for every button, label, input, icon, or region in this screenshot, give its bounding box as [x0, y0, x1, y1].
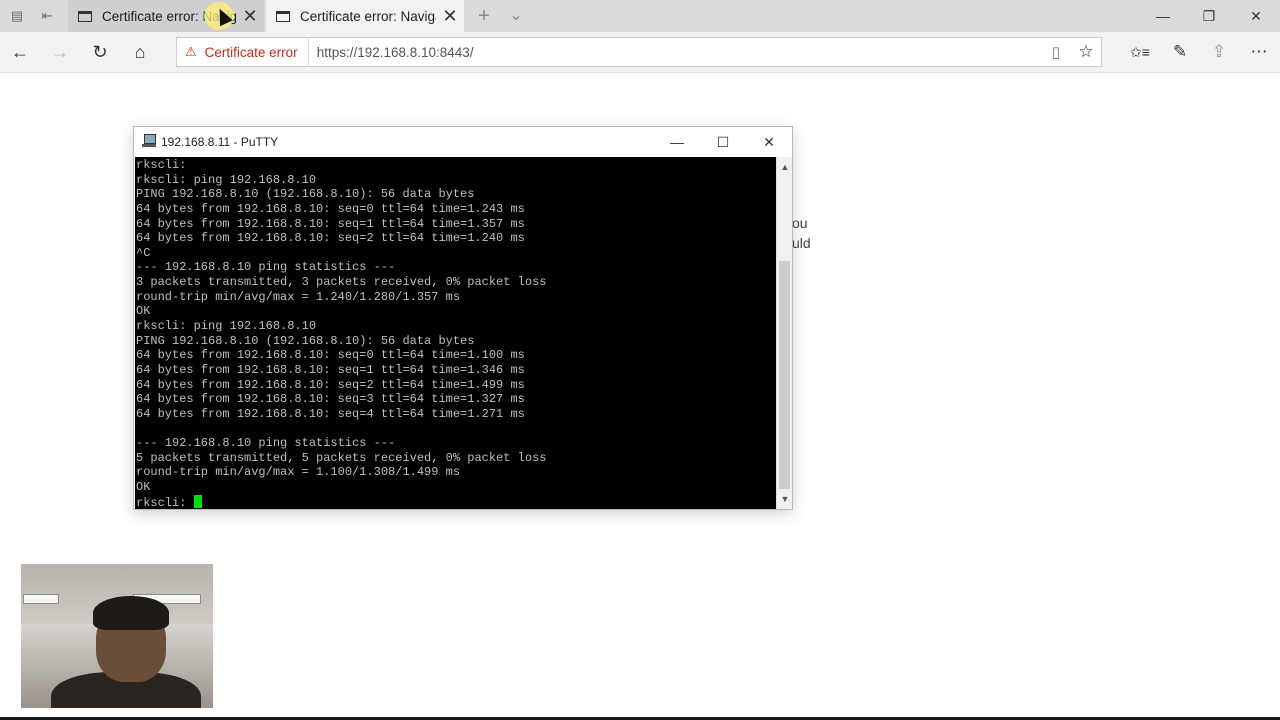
- scroll-up-icon[interactable]: ▲: [777, 159, 793, 175]
- terminal-line: 64 bytes from 192.168.8.10: seq=0 ttl=64…: [136, 348, 525, 363]
- terminal-line: PING 192.168.8.10 (192.168.8.10): 56 dat…: [136, 187, 475, 202]
- more-icon[interactable]: ⋯: [1245, 38, 1273, 66]
- page-icon: [78, 10, 92, 22]
- terminal-line: round-trip min/avg/max = 1.100/1.308/1.4…: [136, 465, 461, 480]
- terminal-line: 64 bytes from 192.168.8.10: seq=1 ttl=64…: [136, 216, 525, 231]
- terminal-line: 64 bytes from 192.168.8.10: seq=2 ttl=64…: [136, 231, 525, 246]
- terminal-line: round-trip min/avg/max = 1.240/1.280/1.3…: [136, 289, 461, 304]
- tabs-aside-icon[interactable]: ▤: [9, 8, 25, 24]
- terminal-scrollbar[interactable]: ▲ ▼: [776, 157, 792, 509]
- tab-strip: ▤ ⇤ Certificate error: Naviga ✕ Certific…: [0, 0, 1280, 32]
- terminal-line: rkscli: ping 192.168.8.10: [136, 319, 317, 334]
- certificate-error-label: Certificate error: [204, 44, 298, 60]
- reading-view-icon[interactable]: ▯: [1041, 43, 1071, 61]
- terminal-lines: rkscli: rkscli: ping 192.168.8.10 PING 192…: [135, 157, 776, 509]
- page-text-fragment: ou: [792, 215, 808, 231]
- terminal-line: 64 bytes from 192.168.8.10: seq=2 ttl=64…: [136, 377, 525, 392]
- terminal-line: PING 192.168.8.10 (192.168.8.10): 56 dat…: [136, 333, 475, 348]
- terminal-line: 64 bytes from 192.168.8.10: seq=1 ttl=64…: [136, 362, 525, 377]
- terminal-line: rkscli:: [136, 158, 187, 172]
- terminal-line: 64 bytes from 192.168.8.10: seq=0 ttl=64…: [136, 201, 525, 216]
- minimize-button[interactable]: —: [1140, 0, 1186, 32]
- tab-label: Certificate error: Naviga: [300, 8, 436, 24]
- putty-minimize-button[interactable]: —: [654, 127, 700, 157]
- terminal-prompt-line[interactable]: rkscli:: [136, 494, 776, 509]
- url-text[interactable]: https://192.168.8.10:8443/: [309, 45, 1041, 60]
- putty-title-bar[interactable]: 192.168.8.11 - PuTTY — ☐ ✕: [134, 127, 792, 157]
- home-button[interactable]: ⌂: [126, 38, 154, 66]
- page-text-fragment: uld: [792, 235, 811, 251]
- back-button[interactable]: ←: [6, 38, 34, 66]
- tab-list-button[interactable]: ⌄: [504, 4, 528, 28]
- putty-icon: [142, 134, 156, 148]
- terminal-line: 64 bytes from 192.168.8.10: seq=3 ttl=64…: [136, 392, 525, 407]
- terminal-line: 3 packets transmitted, 3 packets receive…: [136, 275, 547, 290]
- putty-maximize-button[interactable]: ☐: [700, 127, 746, 157]
- refresh-button[interactable]: ↻: [86, 38, 114, 66]
- set-aside-tabs-icon[interactable]: ⇤: [39, 8, 55, 24]
- new-tab-button[interactable]: +: [472, 4, 496, 28]
- putty-title: 192.168.8.11 - PuTTY: [161, 135, 279, 149]
- restore-button[interactable]: ❐: [1186, 0, 1232, 32]
- terminal-line: ^C: [136, 245, 151, 260]
- terminal-line: --- 192.168.8.10 ping statistics ---: [136, 436, 396, 451]
- terminal-line: 64 bytes from 192.168.8.10: seq=4 ttl=64…: [136, 406, 525, 421]
- forward-button[interactable]: →: [46, 38, 74, 66]
- terminal-line: 5 packets transmitted, 5 packets receive…: [136, 450, 547, 465]
- terminal-line: --- 192.168.8.10 ping statistics ---: [136, 260, 396, 275]
- terminal-output[interactable]: rkscli: rkscli: ping 192.168.8.10 PING 192…: [135, 157, 776, 509]
- close-window-button[interactable]: ✕: [1233, 0, 1279, 32]
- terminal-cursor: [193, 494, 202, 508]
- scroll-thumb[interactable]: [779, 261, 790, 489]
- close-icon[interactable]: ✕: [436, 6, 464, 27]
- certificate-error-badge[interactable]: ⚠ Certificate error: [177, 38, 309, 66]
- webcam-overlay: [21, 564, 213, 708]
- putty-close-button[interactable]: ✕: [746, 127, 792, 157]
- terminal-prompt: rkscli:: [136, 495, 194, 509]
- terminal-line: OK: [136, 304, 151, 319]
- web-notes-icon[interactable]: ✎: [1166, 38, 1194, 66]
- scroll-down-icon[interactable]: ▼: [777, 491, 793, 507]
- share-icon[interactable]: ⇪: [1205, 38, 1233, 66]
- favorite-star-icon[interactable]: ☆: [1071, 42, 1101, 62]
- terminal-line: rkscli: ping 192.168.8.10: [136, 172, 317, 187]
- address-bar[interactable]: ⚠ Certificate error https://192.168.8.10…: [176, 37, 1102, 67]
- close-icon[interactable]: ✕: [236, 6, 264, 27]
- putty-window[interactable]: 192.168.8.11 - PuTTY — ☐ ✕ rkscli: rkscli…: [133, 126, 793, 510]
- terminal-line: OK: [136, 480, 151, 495]
- tab-certificate-error-1[interactable]: Certificate error: Naviga ✕: [68, 0, 264, 32]
- favorites-hub-icon[interactable]: ✩≡: [1126, 38, 1154, 66]
- navigation-bar: ← → ↻ ⌂ ⚠ Certificate error https://192.…: [0, 32, 1280, 73]
- warning-icon: ⚠: [185, 44, 197, 59]
- page-icon: [276, 10, 290, 22]
- tab-certificate-error-2[interactable]: Certificate error: Naviga ✕: [266, 0, 464, 32]
